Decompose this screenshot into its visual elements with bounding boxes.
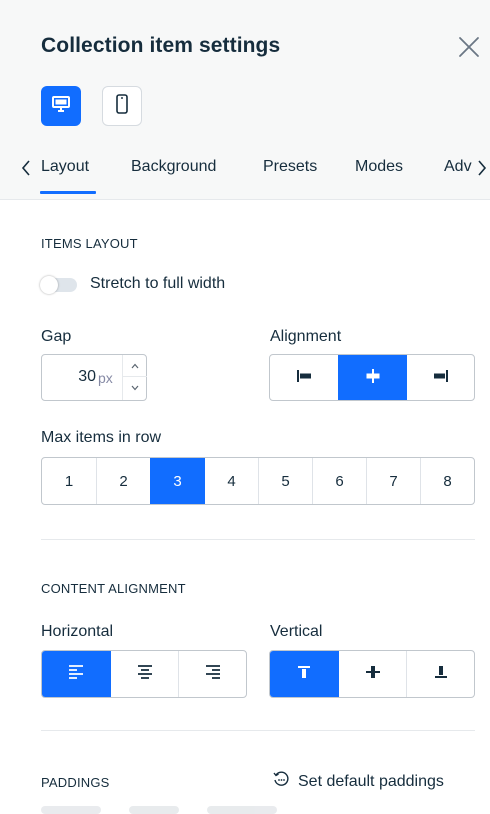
align-bottom-icon (432, 664, 450, 684)
stretch-toggle[interactable] (40, 276, 77, 294)
cut-off-line (41, 806, 101, 814)
items-layout-heading: ITEMS LAYOUT (41, 236, 138, 251)
tab-modes[interactable]: Modes (355, 158, 403, 176)
section-divider (41, 730, 475, 731)
close-icon[interactable] (456, 34, 482, 60)
align-middle-icon (364, 664, 382, 684)
text-align-left-icon (67, 664, 85, 684)
horizontal-alignment-segmented (41, 650, 247, 698)
gap-unit: px (98, 370, 113, 386)
alignment-segmented (269, 354, 475, 401)
tab-presets[interactable]: Presets (263, 158, 317, 176)
decrement-button[interactable] (123, 377, 147, 399)
section-divider (41, 539, 475, 540)
mobile-icon (115, 93, 129, 120)
max-items-option[interactable]: 1 (42, 458, 96, 504)
alignment-label: Alignment (270, 328, 342, 345)
align-right-button[interactable] (406, 355, 474, 400)
increment-button[interactable] (123, 355, 147, 377)
set-default-paddings-button[interactable]: Set default paddings (272, 770, 444, 793)
stretch-label: Stretch to full width (90, 275, 226, 292)
vertical-alignment-segmented (269, 650, 475, 698)
tab-advanced-clip: Adv (444, 158, 473, 176)
cut-off-content (41, 806, 277, 814)
align-top-button[interactable] (270, 651, 338, 697)
text-align-left-button[interactable] (42, 651, 110, 697)
align-middle-button[interactable] (338, 651, 406, 697)
align-center-button[interactable] (338, 355, 406, 400)
gap-value[interactable]: 30 (78, 368, 96, 386)
gap-input[interactable]: 30 px (41, 354, 147, 401)
text-align-right-button[interactable] (178, 651, 246, 697)
max-items-option[interactable]: 2 (96, 458, 150, 504)
desktop-icon (51, 95, 71, 118)
text-align-right-icon (204, 664, 222, 684)
max-items-option[interactable]: 6 (312, 458, 366, 504)
tab-advanced[interactable]: Adv (444, 158, 472, 175)
max-items-option[interactable]: 5 (258, 458, 312, 504)
panel-title: Collection item settings (41, 34, 281, 57)
horizontal-label: Horizontal (41, 623, 114, 640)
align-left-icon (294, 368, 314, 388)
cut-off-line (207, 806, 277, 814)
align-left-button[interactable] (270, 355, 338, 400)
toggle-knob (40, 276, 58, 294)
align-center-icon (363, 368, 383, 388)
cut-off-line (129, 806, 179, 814)
chevron-right-icon[interactable] (476, 158, 488, 183)
text-align-center-button[interactable] (110, 651, 178, 697)
gap-label: Gap (41, 328, 72, 345)
max-items-option[interactable]: 7 (366, 458, 420, 504)
desktop-mode-button[interactable] (41, 86, 81, 126)
vertical-label: Vertical (270, 623, 323, 640)
active-tab-indicator (40, 191, 96, 194)
max-items-option[interactable]: 8 (420, 458, 474, 504)
reset-icon (272, 770, 290, 793)
tab-layout[interactable]: Layout (41, 158, 89, 176)
tab-bar: Layout Background Presets Modes Adv (0, 148, 490, 200)
align-bottom-button[interactable] (406, 651, 474, 697)
max-items-label: Max items in row (41, 429, 162, 446)
align-top-icon (295, 664, 313, 684)
max-items-option-selected[interactable]: 3 (150, 458, 204, 504)
gap-stepper[interactable] (122, 355, 147, 400)
max-items-option[interactable]: 4 (204, 458, 258, 504)
content-alignment-heading: CONTENT ALIGNMENT (41, 581, 186, 596)
paddings-heading: PADDINGS (41, 775, 110, 790)
max-items-segmented: 1 2 3 4 5 6 7 8 (41, 457, 475, 505)
reset-label: Set default paddings (298, 772, 444, 790)
tab-background[interactable]: Background (131, 158, 216, 176)
text-align-center-icon (136, 664, 154, 684)
chevron-left-icon[interactable] (20, 158, 32, 183)
align-right-icon (431, 368, 451, 388)
mobile-mode-button[interactable] (102, 86, 142, 126)
